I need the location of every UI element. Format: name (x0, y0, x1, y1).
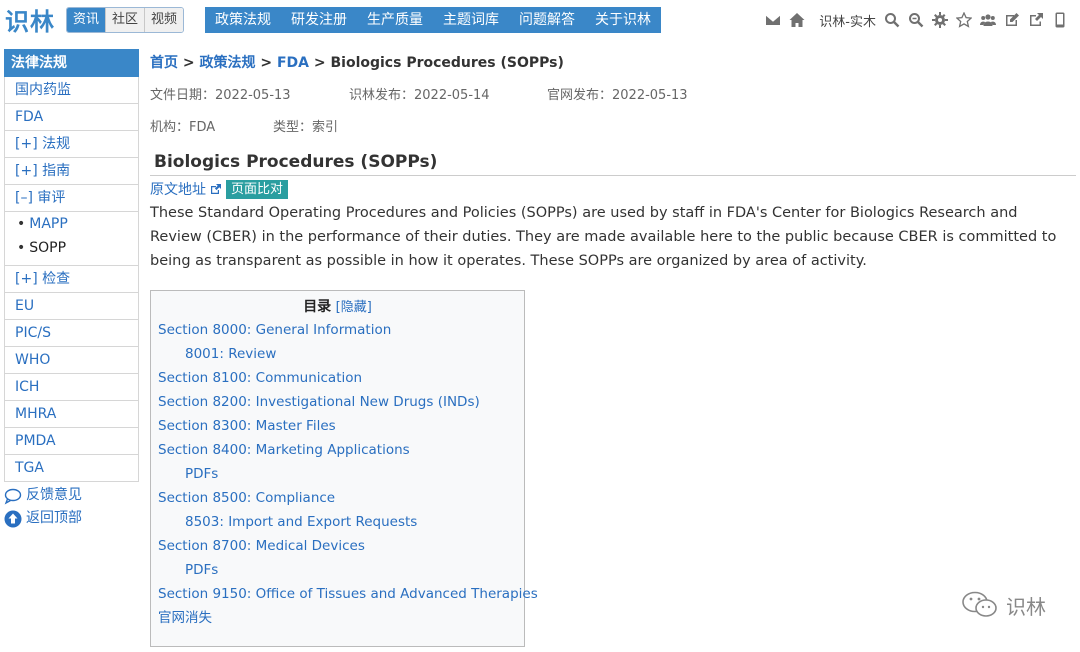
sidebar-item-tga[interactable]: TGA (4, 455, 139, 482)
search-icon[interactable] (882, 10, 902, 30)
breadcrumb-home[interactable]: 首页 (150, 55, 178, 71)
mobile-icon[interactable] (1050, 10, 1070, 30)
sidebar-item-regulations[interactable]: [+] 法规 (4, 131, 139, 158)
section-switch: 资讯 社区 视频 (66, 7, 185, 33)
file-date: 文件日期：2022-05-13 (150, 88, 291, 103)
breadcrumb-current: Biologics Procedures (SOPPs) (330, 55, 564, 71)
breadcrumb-sep: > (309, 55, 331, 71)
external-link-icon (211, 184, 221, 194)
nav-qa[interactable]: 问题解答 (509, 7, 585, 33)
mail-icon[interactable] (763, 10, 783, 30)
toc-item[interactable]: PDFs (158, 558, 517, 582)
nav-production-quality[interactable]: 生产质量 (357, 7, 433, 33)
zoom-search-icon[interactable] (906, 10, 926, 30)
toc-item[interactable]: Section 9150: Office of Tissues and Adva… (158, 582, 538, 606)
intro-paragraph: These Standard Operating Procedures and … (150, 205, 1057, 269)
toc-item[interactable]: 8503: Import and Export Requests (158, 510, 517, 534)
segment-video[interactable]: 视频 (145, 8, 184, 32)
toc-item[interactable]: PDFs (158, 462, 517, 486)
sidebar-item-inspection[interactable]: [+] 检查 (4, 266, 139, 293)
sidebar-item-guidance[interactable]: [+] 指南 (4, 158, 139, 185)
star-icon[interactable] (954, 10, 974, 30)
back-to-top-link[interactable]: 返回顶部 (4, 507, 139, 530)
toc-title: 目录 (303, 299, 332, 315)
users-icon[interactable] (978, 10, 998, 30)
breadcrumb-policy[interactable]: 政策法规 (199, 55, 255, 71)
nav-about[interactable]: 关于识林 (585, 7, 661, 33)
sidebar-item-pmda[interactable]: PMDA (4, 428, 139, 455)
table-of-contents: 目录 [隐藏] Section 8000: General Informatio… (150, 290, 538, 647)
arrow-up-circle-icon (4, 510, 22, 527)
nav-glossary[interactable]: 主题词库 (433, 7, 509, 33)
home-icon[interactable] (787, 10, 807, 30)
sidebar-item-mhra[interactable]: MHRA (4, 401, 139, 428)
back-to-top-label: 返回顶部 (26, 510, 82, 526)
sidebar-item-ich[interactable]: ICH (4, 374, 139, 401)
watermark: 识林 (960, 590, 1046, 620)
source-line: 原文地址 页面比对 (150, 177, 1076, 201)
breadcrumb: 首页 > 政策法规 > FDA > Biologics Procedures (… (150, 49, 1076, 77)
segment-news[interactable]: 资讯 (67, 8, 107, 32)
toc-item[interactable]: 官网消失 (158, 606, 517, 630)
main-content: 首页 > 政策法规 > FDA > Biologics Procedures (… (150, 49, 1076, 647)
sidebar-item-review[interactable]: [–] 审评 (4, 185, 139, 212)
meta-info: 机构：FDA 类型：索引 (150, 112, 1076, 144)
toc-item[interactable]: Section 8400: Marketing Applications (158, 438, 517, 462)
sidebar-item-who[interactable]: WHO (4, 347, 139, 374)
page-compare-button[interactable]: 页面比对 (226, 179, 289, 199)
toc-header: 目录 [隐藏] (158, 296, 517, 318)
feedback-label: 反馈意见 (26, 487, 82, 503)
bullet-icon: • (17, 216, 26, 232)
shilin-publish-date: 识林发布：2022-05-14 (349, 88, 490, 103)
source-link[interactable]: 原文地址 (150, 179, 206, 199)
toc-item[interactable]: Section 8100: Communication (158, 366, 517, 390)
doc-type: 类型：索引 (273, 120, 339, 135)
breadcrumb-sep: > (255, 55, 277, 71)
toc-item[interactable]: Section 8300: Master Files (158, 414, 517, 438)
nav-rd-registration[interactable]: 研发注册 (281, 7, 357, 33)
toc-item[interactable]: Section 8200: Investigational New Drugs … (158, 390, 517, 414)
user-name[interactable]: 识林-实木 (819, 11, 876, 30)
toc-hide-toggle[interactable]: [隐藏] (336, 300, 372, 315)
segment-community[interactable]: 社区 (106, 8, 146, 32)
breadcrumb-sep: > (178, 55, 200, 71)
page-title: Biologics Procedures (SOPPs) (150, 150, 1076, 176)
toolbar: 识林-实木 (763, 8, 1070, 32)
toc-item[interactable]: Section 8500: Compliance (158, 486, 517, 510)
toc-item[interactable]: Section 8000: General Information (158, 318, 517, 342)
sidebar-subitem-label: SOPP (29, 240, 67, 256)
sidebar-item-pics[interactable]: PIC/S (4, 320, 139, 347)
toc-list: Section 8000: General Information 8001: R… (158, 318, 538, 630)
sidebar-subitem-sopp[interactable]: • SOPP (4, 236, 139, 266)
bullet-icon: • (17, 240, 26, 256)
breadcrumb-fda[interactable]: FDA (277, 55, 309, 71)
nav-policy[interactable]: 政策法规 (205, 7, 281, 33)
sidebar-item-domestic[interactable]: 国内药监 (4, 77, 139, 104)
sidebar-subitem-label: MAPP (29, 216, 68, 232)
meta-dates: 文件日期：2022-05-13 识林发布：2022-05-14 官网发布：202… (150, 80, 1076, 112)
toc-item[interactable]: Section 8700: Medical Devices (158, 534, 517, 558)
share-icon[interactable] (1026, 10, 1046, 30)
sidebar-item-eu[interactable]: EU (4, 293, 139, 320)
wechat-icon (962, 591, 997, 617)
top-bar: 识林 资讯 社区 视频 政策法规 研发注册 生产质量 主题词库 问题解答 关于识… (0, 0, 1080, 40)
sidebar-subitem-mapp[interactable]: • MAPP (4, 212, 139, 236)
official-publish-date: 官网发布：2022-05-13 (547, 88, 688, 103)
gear-icon[interactable] (930, 10, 950, 30)
sidebar-title[interactable]: 法律法规 (4, 49, 139, 77)
main-nav: 政策法规 研发注册 生产质量 主题词库 问题解答 关于识林 (205, 7, 661, 33)
agency: 机构：FDA (150, 120, 216, 135)
sidebar: 法律法规 国内药监 FDA [+] 法规 [+] 指南 [–] 审评 • MAPP… (4, 49, 139, 530)
watermark-label: 识林 (1006, 594, 1046, 619)
speech-bubble-icon (4, 488, 22, 505)
feedback-link[interactable]: 反馈意见 (4, 484, 139, 507)
brand-logo[interactable]: 识林 (5, 2, 55, 37)
edit-icon[interactable] (1002, 10, 1022, 30)
toc-item[interactable]: 8001: Review (158, 342, 517, 366)
sidebar-item-fda[interactable]: FDA (4, 104, 139, 131)
